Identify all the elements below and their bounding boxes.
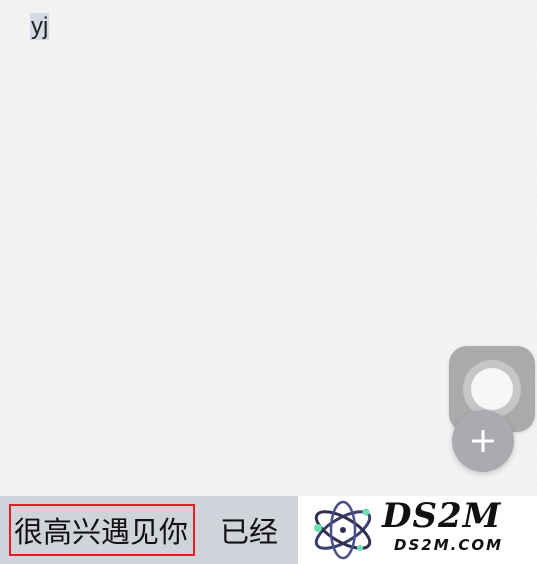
composing-text: yj xyxy=(30,12,50,42)
assistive-touch-icon xyxy=(471,368,513,410)
candidate-2-label: 已经 xyxy=(220,515,279,549)
atom-logo-icon xyxy=(314,500,372,560)
candidate-1[interactable]: 很高兴遇见你 xyxy=(9,504,195,556)
note-editor-area[interactable]: yj xyxy=(0,0,537,496)
watermark-subtitle: DS2M.COM xyxy=(394,536,504,554)
ime-candidate-bar: 很高兴遇见你 已经 xyxy=(0,496,298,564)
add-button[interactable] xyxy=(452,410,514,472)
plus-icon xyxy=(472,430,494,452)
watermark-title: DS2M xyxy=(382,496,502,536)
candidate-2[interactable]: 已经 xyxy=(220,504,278,556)
watermark: DS2M DS2M.COM xyxy=(298,496,537,564)
composing-text-value: yj xyxy=(30,13,50,40)
candidate-1-label: 很高兴遇见你 xyxy=(14,515,189,549)
